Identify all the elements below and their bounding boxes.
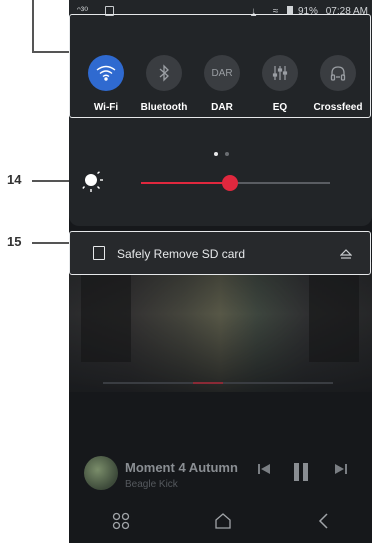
playback-progress[interactable] xyxy=(103,382,333,384)
mini-player[interactable]: Moment 4 Autumn Beagle Kick xyxy=(69,452,372,496)
tile-wifi[interactable]: Wi-Fi xyxy=(76,55,136,113)
brightness-icon xyxy=(82,171,104,193)
tile-label-wifi: Wi-Fi xyxy=(93,102,119,113)
device-screen: Moment 4 Autumn Beagle Kick ᵔ³⁰ ↓ ≈ 91% … xyxy=(69,0,372,543)
brightness-slider-fill xyxy=(141,182,230,184)
brightness-slider[interactable] xyxy=(141,175,330,191)
callout-14-label: 14 xyxy=(7,172,22,187)
track-artist: Beagle Kick xyxy=(125,479,178,490)
headphones-icon[interactable] xyxy=(320,55,356,91)
eq-icon[interactable] xyxy=(262,55,298,91)
album-art-background xyxy=(69,262,372,392)
notification-text: Safely Remove SD card xyxy=(117,247,246,261)
sd-card-icon xyxy=(93,246,105,260)
page-indicator xyxy=(214,143,236,161)
sd-card-notification[interactable]: Safely Remove SD card xyxy=(69,231,371,275)
tile-bluetooth[interactable]: Bluetooth xyxy=(134,55,194,113)
page-dot-2 xyxy=(225,152,229,156)
brightness-slider-handle[interactable] xyxy=(221,175,238,191)
app-drawer-icon[interactable] xyxy=(112,512,136,534)
eject-icon[interactable] xyxy=(339,247,353,265)
tile-label-bluetooth: Bluetooth xyxy=(140,102,188,113)
album-thumbnail xyxy=(84,456,118,490)
quick-tiles-row: Wi-Fi Bluetooth DAR DAR EQ Crossfeed xyxy=(69,14,371,118)
tile-label-dar: DAR xyxy=(211,102,233,113)
callout-15-line xyxy=(32,242,70,244)
callout-line-top-h xyxy=(32,51,70,53)
wifi-icon[interactable] xyxy=(88,55,124,91)
callout-15-label: 15 xyxy=(7,234,22,249)
previous-icon[interactable] xyxy=(257,462,271,482)
track-title: Moment 4 Autumn xyxy=(125,460,238,475)
tile-label-eq: EQ xyxy=(272,102,288,113)
page-dot-1 xyxy=(214,152,218,156)
tile-crossfeed[interactable]: Crossfeed xyxy=(308,55,368,113)
dar-icon[interactable]: DAR xyxy=(204,55,240,91)
navigation-bar xyxy=(69,502,372,543)
next-icon[interactable] xyxy=(334,462,348,482)
back-icon[interactable] xyxy=(317,512,341,534)
tile-dar[interactable]: DAR DAR xyxy=(192,55,252,113)
pause-icon[interactable] xyxy=(292,462,310,488)
home-icon[interactable] xyxy=(214,512,238,534)
bluetooth-icon[interactable] xyxy=(146,55,182,91)
dar-icon-text: DAR xyxy=(211,67,233,79)
tile-label-crossfeed: Crossfeed xyxy=(313,102,363,113)
callout-line-top xyxy=(32,0,34,52)
tile-eq[interactable]: EQ xyxy=(250,55,310,113)
quick-settings-panel: ᵔ³⁰ ↓ ≈ 91% 07:28 AM Wi-Fi Bluetooth DAR… xyxy=(69,0,372,226)
